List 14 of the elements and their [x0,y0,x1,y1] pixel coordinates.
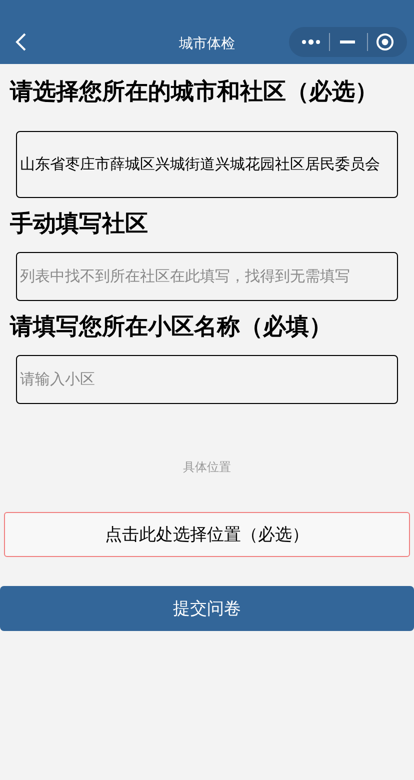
close-icon[interactable] [376,33,394,51]
back-icon[interactable] [15,33,27,51]
submit-button[interactable]: 提交问卷 [0,586,414,631]
section-heading: 手动填写社区 [9,209,149,238]
section-heading: 请填写您所在小区名称（必填） [8,312,333,341]
select-location-button[interactable]: 点击此处选择位置（必选） [4,512,410,557]
location-label: 具体位置 [182,459,232,476]
input-field[interactable]: 列表中找不到所在社区在此填写，找得到无需填写 [16,252,398,301]
input-field[interactable]: 请输入小区 [16,355,398,404]
page-title: 城市体检 [178,34,236,53]
more-icon[interactable] [301,39,321,45]
section-heading: 请选择您所在的城市和社区（必选） [8,77,379,106]
minimize-icon[interactable] [340,40,355,44]
community-picker[interactable]: 山东省枣庄市薛城区兴城街道兴城花园社区居民委员会 [16,131,398,198]
